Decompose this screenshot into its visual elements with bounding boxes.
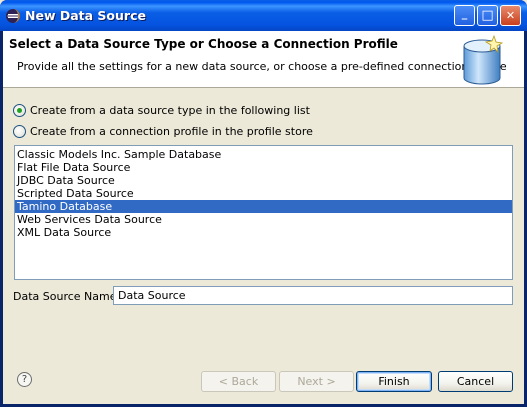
close-button[interactable]: ✕: [500, 5, 521, 26]
data-source-name-label: Data Source Name:: [13, 290, 121, 303]
finish-button[interactable]: Finish: [356, 371, 432, 392]
create-from-profile-radio[interactable]: [13, 125, 26, 138]
data-source-name-input[interactable]: [113, 286, 513, 305]
list-item[interactable]: Web Services Data Source: [15, 213, 512, 226]
window-title: New Data Source: [25, 8, 146, 23]
eclipse-icon: [6, 9, 20, 23]
maximize-button[interactable]: □: [477, 5, 498, 26]
page-description: Provide all the settings for a new data …: [17, 60, 507, 73]
header-banner: Select a Data Source Type or Choose a Co…: [3, 31, 524, 88]
create-from-type-radio[interactable]: [13, 104, 26, 117]
cancel-button[interactable]: Cancel: [438, 371, 513, 392]
create-from-type-option[interactable]: Create from a data source type in the fo…: [13, 104, 310, 117]
next-button[interactable]: Next >: [279, 371, 354, 392]
dialog-body: Select a Data Source Type or Choose a Co…: [3, 31, 524, 404]
create-from-type-label: Create from a data source type in the fo…: [30, 104, 310, 117]
close-icon: ✕: [505, 9, 516, 22]
back-button[interactable]: < Back: [201, 371, 276, 392]
dialog-window: New Data Source _ □ ✕ Select a Data Sour…: [0, 0, 527, 407]
list-item[interactable]: Flat File Data Source: [15, 161, 512, 174]
minimize-button[interactable]: _: [454, 5, 475, 26]
list-item[interactable]: Scripted Data Source: [15, 187, 512, 200]
list-item[interactable]: XML Data Source: [15, 226, 512, 239]
list-item[interactable]: JDBC Data Source: [15, 174, 512, 187]
help-icon[interactable]: ?: [17, 372, 32, 387]
title-bar[interactable]: New Data Source _ □ ✕: [0, 0, 527, 31]
maximize-icon: □: [481, 8, 494, 23]
create-from-profile-option[interactable]: Create from a connection profile in the …: [13, 125, 313, 138]
database-icon: [463, 34, 504, 85]
list-item[interactable]: Classic Models Inc. Sample Database: [15, 148, 512, 161]
list-item-selected[interactable]: Tamino Database: [15, 200, 512, 213]
create-from-profile-label: Create from a connection profile in the …: [30, 125, 313, 138]
minimize-icon: _: [461, 6, 468, 20]
data-source-type-list[interactable]: Classic Models Inc. Sample Database Flat…: [14, 145, 513, 280]
page-title: Select a Data Source Type or Choose a Co…: [9, 37, 398, 51]
